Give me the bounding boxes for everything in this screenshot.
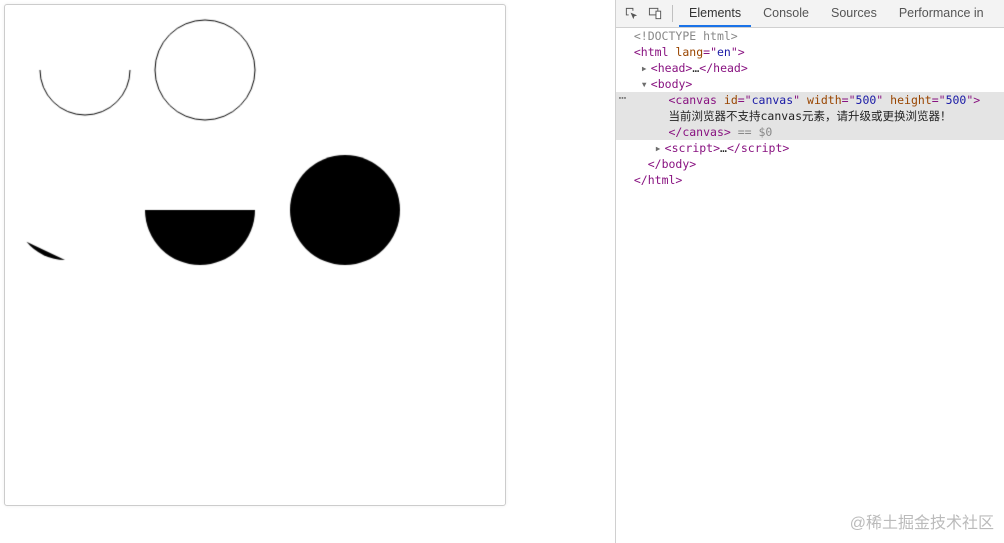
dom-doctype[interactable]: <!DOCTYPE html> — [616, 28, 1004, 44]
watermark-text: @稀土掘金技术社区 — [850, 509, 994, 533]
canvas-container — [4, 4, 506, 506]
overflow-icon: ⋯ — [616, 92, 631, 108]
drawing-canvas — [5, 5, 505, 505]
dom-canvas-text[interactable]: 当前浏览器不支持canvas元素，请升级或更换浏览器！ — [616, 108, 1004, 124]
tab-console[interactable]: Console — [753, 0, 819, 27]
dom-html-close[interactable]: </html> — [616, 172, 1004, 188]
dom-head[interactable]: ▸<head>…</head> — [616, 60, 1004, 76]
tab-performance[interactable]: Performance in — [889, 0, 994, 27]
dom-body-open[interactable]: ▾<body> — [616, 76, 1004, 92]
devtools-toolbar: Elements Console Sources Performance in — [616, 0, 1004, 28]
dom-script[interactable]: ▸<script>…</script> — [616, 140, 1004, 156]
inspect-icon[interactable] — [620, 3, 642, 25]
devtools-panel: Elements Console Sources Performance in … — [615, 0, 1004, 543]
tab-elements[interactable]: Elements — [679, 0, 751, 27]
tab-sources[interactable]: Sources — [821, 0, 887, 27]
page-preview — [0, 0, 615, 543]
toolbar-separator — [672, 5, 673, 22]
dom-body-close[interactable]: </body> — [616, 156, 1004, 172]
device-toggle-icon[interactable] — [644, 3, 666, 25]
dom-tree[interactable]: <!DOCTYPE html> <html lang="en"> ▸<head>… — [616, 28, 1004, 543]
dom-canvas-close[interactable]: </canvas> == $0 — [616, 124, 1004, 140]
dom-html-open[interactable]: <html lang="en"> — [616, 44, 1004, 60]
dom-canvas-open[interactable]: ⋯ <canvas id="canvas" width="500" height… — [616, 92, 1004, 108]
